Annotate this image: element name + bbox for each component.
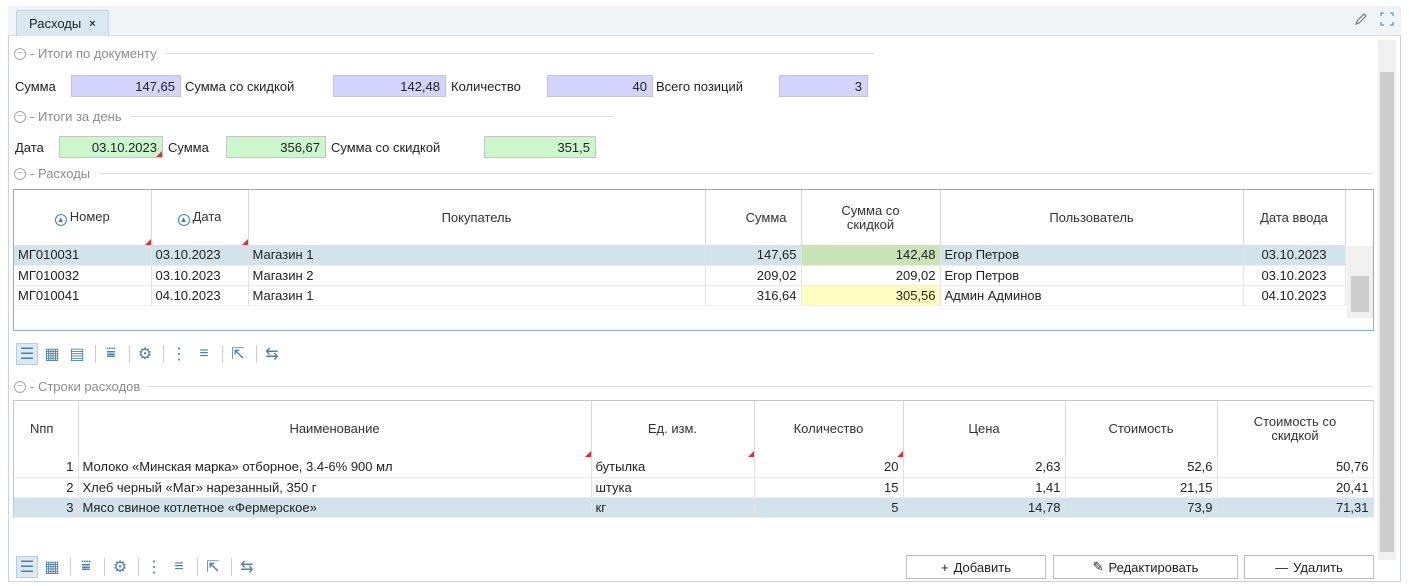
form-actions: [1353, 11, 1395, 32]
lines-table: Nпп Наименование Ед. изм. Количество Цен…: [14, 401, 1374, 518]
day-discount-label: Сумма со скидкой: [331, 140, 441, 155]
tab-bar: [8, 6, 1401, 36]
grid-view-icon[interactable]: ▦: [41, 556, 63, 578]
settings-icon[interactable]: ⚙: [109, 556, 131, 578]
filter-icon[interactable]: ⩸: [100, 343, 122, 365]
collapse-icon[interactable]: −: [14, 380, 26, 393]
tab-label: Расходы: [29, 16, 82, 31]
grid-view-icon[interactable]: ▦: [41, 343, 63, 365]
col-header-price[interactable]: Цена: [903, 401, 1066, 457]
edit-button[interactable]: ✎ Редактировать: [1053, 555, 1238, 579]
section-expenses[interactable]: − - Расходы: [14, 166, 1374, 181]
day-sum-field[interactable]: 356,67: [226, 136, 326, 158]
col-header-cost[interactable]: Стоимость: [1065, 401, 1218, 457]
col-header-name[interactable]: Наименование: [78, 401, 592, 457]
sort-asc-icon[interactable]: ▲: [54, 213, 67, 226]
filter-icon[interactable]: ⩸: [75, 556, 97, 578]
tab-close-icon[interactable]: ×: [89, 18, 95, 30]
scrollbar-thumb[interactable]: [1351, 276, 1369, 312]
section-title: Расходы: [37, 166, 91, 181]
section-title: Итоги по документу: [37, 46, 157, 61]
export-icon[interactable]: ⇱: [227, 343, 249, 365]
col-header-npp[interactable]: Nпп: [14, 401, 79, 457]
sort-asc-icon[interactable]: ▲: [177, 213, 190, 226]
date-value: 03.10.2023: [91, 140, 157, 155]
calendar-view-icon[interactable]: ▤: [66, 343, 88, 365]
export-icon[interactable]: ⇱: [202, 556, 224, 578]
collapse-icon[interactable]: −: [14, 167, 26, 180]
lines-toolbar: ☰ ▦ ⩸ ⚙ ⋮ ≡ ⇱ ⇆: [16, 555, 261, 579]
discount-sum-label: Сумма со скидкой: [185, 79, 295, 94]
col-header-date[interactable]: ▲ Дата: [151, 190, 249, 245]
pencil-icon: ✎: [1092, 559, 1104, 574]
section-doc-totals[interactable]: − - Итоги по документу: [14, 46, 874, 61]
section-day-totals[interactable]: − - Итоги за день: [14, 109, 614, 124]
refresh-icon[interactable]: ⇆: [236, 556, 258, 578]
delete-button[interactable]: — Удалить: [1244, 555, 1374, 579]
col-header-number[interactable]: ▲ Номер: [14, 190, 152, 245]
expenses-scrollbar[interactable]: [1347, 246, 1373, 318]
expenses-toolbar: ☰ ▦ ▤ ⩸ ⚙ ⋮ ≡ ⇱ ⇆: [16, 342, 286, 366]
discount-sum-field[interactable]: 142,48: [333, 75, 446, 97]
table-row[interactable]: 2 Хлеб черный «Маг» нарезанный, 350 г шт…: [14, 477, 1374, 498]
day-discount-field[interactable]: 351,5: [484, 136, 596, 158]
col-header-customer[interactable]: Покупатель: [248, 190, 706, 245]
lines-grid: Nпп Наименование Ед. изм. Количество Цен…: [13, 400, 1374, 518]
section-title: Итоги за день: [37, 109, 122, 124]
plus-icon: +: [940, 559, 949, 575]
positions-field[interactable]: 3: [779, 75, 868, 97]
quantity-label: Количество: [451, 79, 521, 94]
expenses-table: ▲ Номер ▲ Дата Покупатель Сумма Сумма со с…: [14, 190, 1346, 306]
table-row[interactable]: 3 Мясо свиное котлетное «Фермерское» кг …: [14, 497, 1374, 518]
sum-label: Сумма: [15, 79, 56, 94]
positions-label: Всего позиций: [656, 79, 744, 94]
sum-field[interactable]: 147,65: [71, 75, 181, 97]
settings-icon[interactable]: ⚙: [134, 343, 156, 365]
col-header-unit[interactable]: Ед. изм.: [591, 401, 755, 457]
day-sum-label: Сумма: [168, 140, 209, 155]
collapse-icon[interactable]: −: [14, 47, 26, 60]
table-row[interactable]: 1 Молоко «Минская марка» отборное, 3.4-6…: [14, 457, 1374, 478]
page-scrollbar-thumb[interactable]: [1380, 72, 1394, 552]
col-header-discount-sum[interactable]: Сумма со скидкой: [801, 190, 941, 245]
add-row-icon[interactable]: ≡: [193, 343, 215, 365]
add-row-icon[interactable]: ≡: [168, 556, 190, 578]
table-row[interactable]: МГ010032 03.10.2023 Магазин 2 209,02 209…: [14, 265, 1346, 286]
section-title: Строки расходов: [37, 379, 141, 394]
col-header-quantity[interactable]: Количество: [754, 401, 904, 457]
numbered-list-icon[interactable]: ⋮: [168, 343, 190, 365]
collapse-icon[interactable]: −: [14, 110, 26, 123]
col-header-sum[interactable]: Сумма: [705, 190, 802, 245]
tab-expenses[interactable]: Расходы ×: [16, 10, 109, 36]
numbered-list-icon[interactable]: ⋮: [143, 556, 165, 578]
col-header-user[interactable]: Пользователь: [940, 190, 1244, 245]
col-header-discount-cost[interactable]: Стоимость со скидкой: [1217, 401, 1374, 457]
expenses-grid: ▲ Номер ▲ Дата Покупатель Сумма Сумма со с…: [13, 189, 1374, 331]
date-label: Дата: [15, 140, 44, 155]
date-field[interactable]: 03.10.2023: [59, 136, 163, 158]
refresh-icon[interactable]: ⇆: [261, 343, 283, 365]
table-row[interactable]: МГ010041 04.10.2023 Магазин 1 316,64 305…: [14, 285, 1346, 306]
list-view-icon[interactable]: ☰: [16, 343, 38, 365]
expand-icon[interactable]: [1379, 11, 1395, 32]
minus-icon: —: [1275, 559, 1289, 575]
add-button[interactable]: + Добавить: [906, 555, 1046, 579]
quantity-field[interactable]: 40: [547, 75, 653, 97]
pencil-icon[interactable]: [1353, 11, 1369, 32]
section-expense-rows[interactable]: − - Строки расходов: [14, 379, 1374, 394]
list-view-icon[interactable]: ☰: [16, 556, 38, 578]
col-header-entry-date[interactable]: Дата ввода: [1243, 190, 1346, 245]
table-row[interactable]: МГ010031 03.10.2023 Магазин 1 147,65 142…: [14, 245, 1346, 266]
required-marker: [156, 151, 162, 157]
